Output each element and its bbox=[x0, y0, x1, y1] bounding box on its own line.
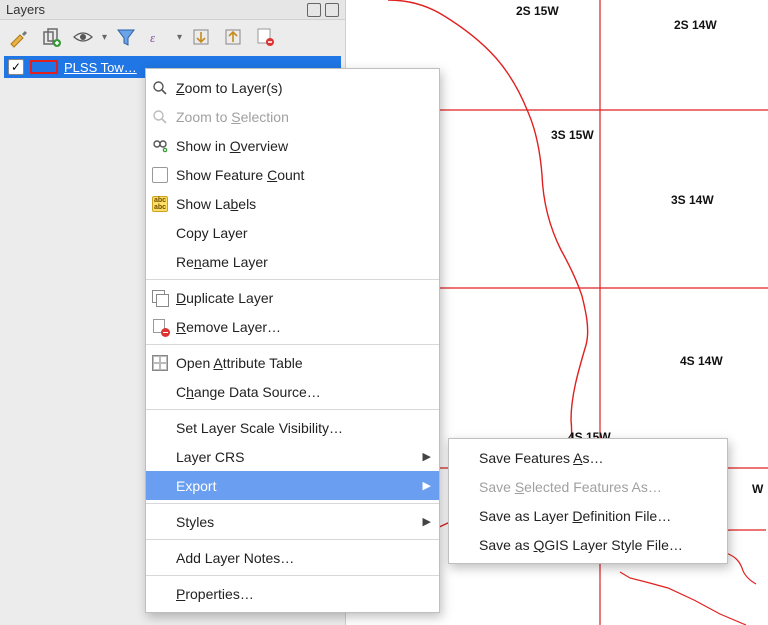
menu-zoom-to-layers[interactable]: Zoom to Layer(s) bbox=[146, 73, 439, 102]
menu-item-label: Show Feature Count bbox=[176, 167, 413, 183]
menu-item-label: Save Features As… bbox=[479, 450, 701, 466]
menu-item-label: Show Labels bbox=[176, 196, 413, 212]
add-group-icon[interactable] bbox=[38, 24, 64, 50]
menu-show-labels[interactable]: abcabc Show Labels bbox=[146, 189, 439, 218]
layers-panel-header: Layers bbox=[0, 0, 345, 20]
menu-item-label: Save as Layer Definition File… bbox=[479, 508, 701, 524]
menu-separator bbox=[146, 539, 439, 540]
menu-set-layer-scale-visibility[interactable]: Set Layer Scale Visibility… bbox=[146, 413, 439, 442]
menu-add-layer-notes[interactable]: Add Layer Notes… bbox=[146, 543, 439, 572]
menu-item-label: Remove Layer… bbox=[176, 319, 413, 335]
map-label: 3S 14W bbox=[671, 193, 714, 207]
filter-expression-icon[interactable]: ε bbox=[145, 24, 171, 50]
menu-item-label: Save Selected Features As… bbox=[479, 479, 701, 495]
map-label: 2S 14W bbox=[674, 18, 717, 32]
menu-separator bbox=[146, 575, 439, 576]
panel-close-icon[interactable] bbox=[325, 3, 339, 17]
map-label: W bbox=[752, 482, 763, 496]
layers-toolbar: ▾ ε ▾ bbox=[0, 20, 345, 54]
menu-open-attribute-table[interactable]: Open Attribute Table bbox=[146, 348, 439, 377]
submenu-arrow-icon: ▶ bbox=[413, 479, 431, 492]
menu-change-data-source[interactable]: Change Data Source… bbox=[146, 377, 439, 406]
menu-item-label: Duplicate Layer bbox=[176, 290, 413, 306]
menu-zoom-to-selection: Zoom to Selection bbox=[146, 102, 439, 131]
checkbox-empty-icon bbox=[150, 165, 170, 185]
export-submenu: Save Features As… Save Selected Features… bbox=[448, 438, 728, 564]
menu-item-label: Show in Overview bbox=[176, 138, 413, 154]
menu-item-label: Properties… bbox=[176, 586, 413, 602]
dropdown-caret-icon[interactable]: ▾ bbox=[102, 32, 107, 43]
submenu-save-qgis-style[interactable]: Save as QGIS Layer Style File… bbox=[449, 530, 727, 559]
menu-layer-crs[interactable]: Layer CRS ▶ bbox=[146, 442, 439, 471]
menu-item-label: Layer CRS bbox=[176, 449, 413, 465]
duplicate-icon bbox=[150, 288, 170, 308]
layer-name-label: PLSS Tow… bbox=[64, 60, 137, 75]
menu-duplicate-layer[interactable]: Duplicate Layer bbox=[146, 283, 439, 312]
submenu-save-selected-features-as: Save Selected Features As… bbox=[449, 472, 727, 501]
menu-item-label: Zoom to Selection bbox=[176, 109, 413, 125]
table-icon bbox=[150, 353, 170, 373]
layers-panel-title: Layers bbox=[6, 2, 45, 17]
menu-styles[interactable]: Styles ▶ bbox=[146, 507, 439, 536]
collapse-all-icon[interactable] bbox=[220, 24, 246, 50]
menu-show-in-overview[interactable]: Show in Overview bbox=[146, 131, 439, 160]
svg-text:ε: ε bbox=[150, 30, 156, 45]
menu-item-label: Change Data Source… bbox=[176, 384, 413, 400]
menu-copy-layer[interactable]: Copy Layer bbox=[146, 218, 439, 247]
expand-all-icon[interactable] bbox=[188, 24, 214, 50]
toggle-visibility-icon[interactable] bbox=[70, 24, 96, 50]
menu-item-label: Add Layer Notes… bbox=[176, 550, 413, 566]
overview-icon bbox=[150, 136, 170, 156]
filter-legend-icon[interactable] bbox=[113, 24, 139, 50]
menu-item-label: Rename Layer bbox=[176, 254, 413, 270]
submenu-save-layer-definition[interactable]: Save as Layer Definition File… bbox=[449, 501, 727, 530]
menu-item-label: Styles bbox=[176, 514, 413, 530]
submenu-save-features-as[interactable]: Save Features As… bbox=[449, 443, 727, 472]
labels-icon: abcabc bbox=[150, 194, 170, 214]
layer-style-swatch bbox=[30, 60, 58, 74]
zoom-selection-icon bbox=[150, 107, 170, 127]
submenu-arrow-icon: ▶ bbox=[413, 450, 431, 463]
map-label: 4S 14W bbox=[680, 354, 723, 368]
menu-separator bbox=[146, 344, 439, 345]
zoom-icon bbox=[150, 78, 170, 98]
remove-icon bbox=[150, 317, 170, 337]
menu-item-label: Open Attribute Table bbox=[176, 355, 413, 371]
menu-item-label: Zoom to Layer(s) bbox=[176, 80, 413, 96]
menu-separator bbox=[146, 503, 439, 504]
remove-layer-icon[interactable] bbox=[252, 24, 278, 50]
menu-item-label: Set Layer Scale Visibility… bbox=[176, 420, 413, 436]
menu-remove-layer[interactable]: Remove Layer… bbox=[146, 312, 439, 341]
map-label: 2S 15W bbox=[516, 4, 559, 18]
menu-item-label: Save as QGIS Layer Style File… bbox=[479, 537, 701, 553]
menu-item-label: Export bbox=[176, 478, 413, 494]
menu-export[interactable]: Export ▶ bbox=[146, 471, 439, 500]
panel-undock-icon[interactable] bbox=[307, 3, 321, 17]
submenu-arrow-icon: ▶ bbox=[413, 515, 431, 528]
dropdown-caret-icon[interactable]: ▾ bbox=[177, 32, 182, 43]
menu-show-feature-count[interactable]: Show Feature Count bbox=[146, 160, 439, 189]
menu-properties[interactable]: Properties… bbox=[146, 579, 439, 608]
open-layer-styling-icon[interactable] bbox=[6, 24, 32, 50]
menu-rename-layer[interactable]: Rename Layer bbox=[146, 247, 439, 276]
menu-item-label: Copy Layer bbox=[176, 225, 413, 241]
map-label: 3S 15W bbox=[551, 128, 594, 142]
menu-separator bbox=[146, 409, 439, 410]
menu-separator bbox=[146, 279, 439, 280]
layer-visibility-checkbox[interactable]: ✓ bbox=[8, 59, 24, 75]
layer-context-menu: Zoom to Layer(s) Zoom to Selection Show … bbox=[145, 68, 440, 613]
